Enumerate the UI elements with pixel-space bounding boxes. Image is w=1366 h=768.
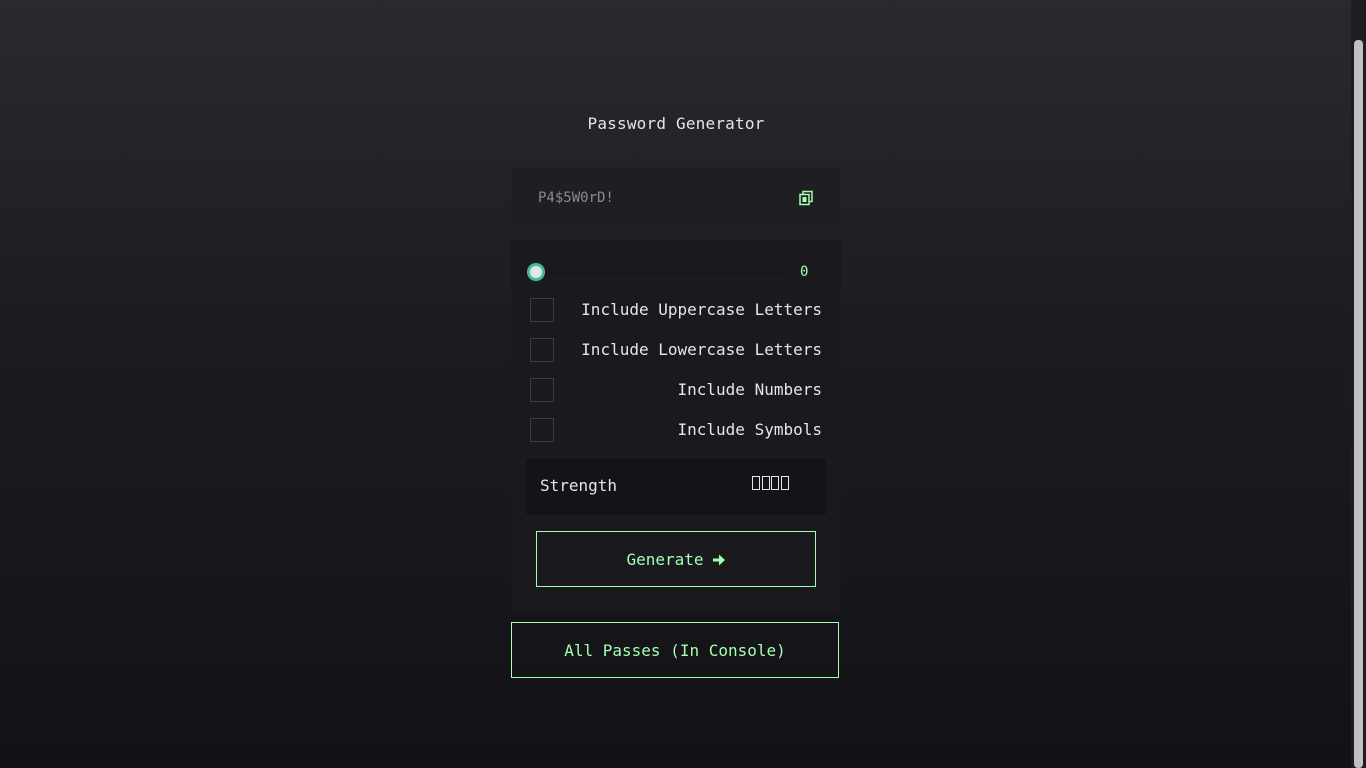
options-panel: 0 Include Uppercase Letters Include Lowe… (511, 240, 841, 612)
strength-bar (752, 476, 760, 490)
arrow-right-icon (712, 552, 726, 566)
scrollbar[interactable] (1351, 0, 1366, 768)
option-lowercase[interactable]: Include Lowercase Letters (530, 338, 822, 362)
uppercase-label: Include Uppercase Letters (581, 300, 822, 319)
option-symbols[interactable]: Include Symbols (530, 418, 822, 442)
strength-bar (761, 476, 770, 490)
option-uppercase[interactable]: Include Uppercase Letters (530, 298, 822, 322)
copy-icon[interactable] (798, 190, 814, 206)
scrollbar-thumb[interactable] (1354, 40, 1363, 768)
lowercase-label: Include Lowercase Letters (581, 340, 822, 359)
numbers-label: Include Numbers (677, 380, 823, 399)
strength-bars (752, 476, 790, 492)
password-output: P4$5W0rD! (511, 168, 841, 230)
length-value: 0 (800, 264, 809, 280)
lowercase-checkbox[interactable] (530, 338, 554, 362)
strength-meter: Strength (526, 459, 826, 515)
symbols-checkbox[interactable] (530, 418, 554, 442)
generate-button[interactable]: Generate (536, 531, 816, 587)
strength-label: Strength (540, 476, 618, 495)
password-output-text: P4$5W0rD! (538, 190, 614, 206)
strength-bar (780, 476, 789, 490)
all-passes-button[interactable]: All Passes (In Console) (511, 622, 839, 678)
generate-button-label: Generate (626, 549, 704, 569)
numbers-checkbox[interactable] (530, 378, 554, 402)
length-slider-thumb[interactable] (528, 264, 544, 280)
page-title: Password Generator (587, 114, 765, 133)
uppercase-checkbox[interactable] (530, 298, 554, 322)
option-numbers[interactable]: Include Numbers (530, 378, 822, 402)
length-slider-row: 0 (526, 262, 826, 284)
symbols-label: Include Symbols (677, 420, 823, 439)
length-slider-track[interactable] (526, 271, 786, 275)
strength-bar (771, 476, 779, 490)
